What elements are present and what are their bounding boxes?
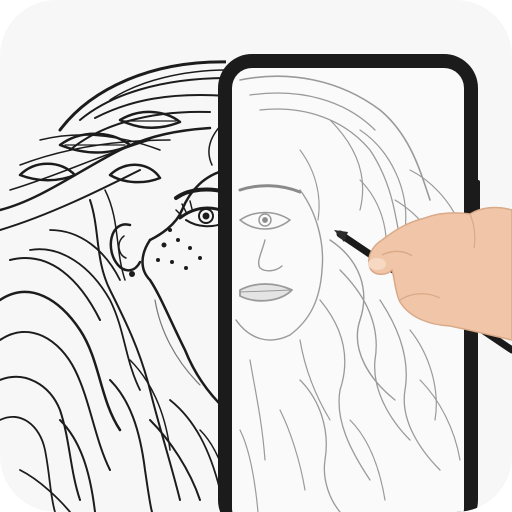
- hand-holding-pencil: [334, 206, 512, 354]
- hand-icon: [368, 206, 512, 341]
- app-icon[interactable]: [0, 0, 512, 512]
